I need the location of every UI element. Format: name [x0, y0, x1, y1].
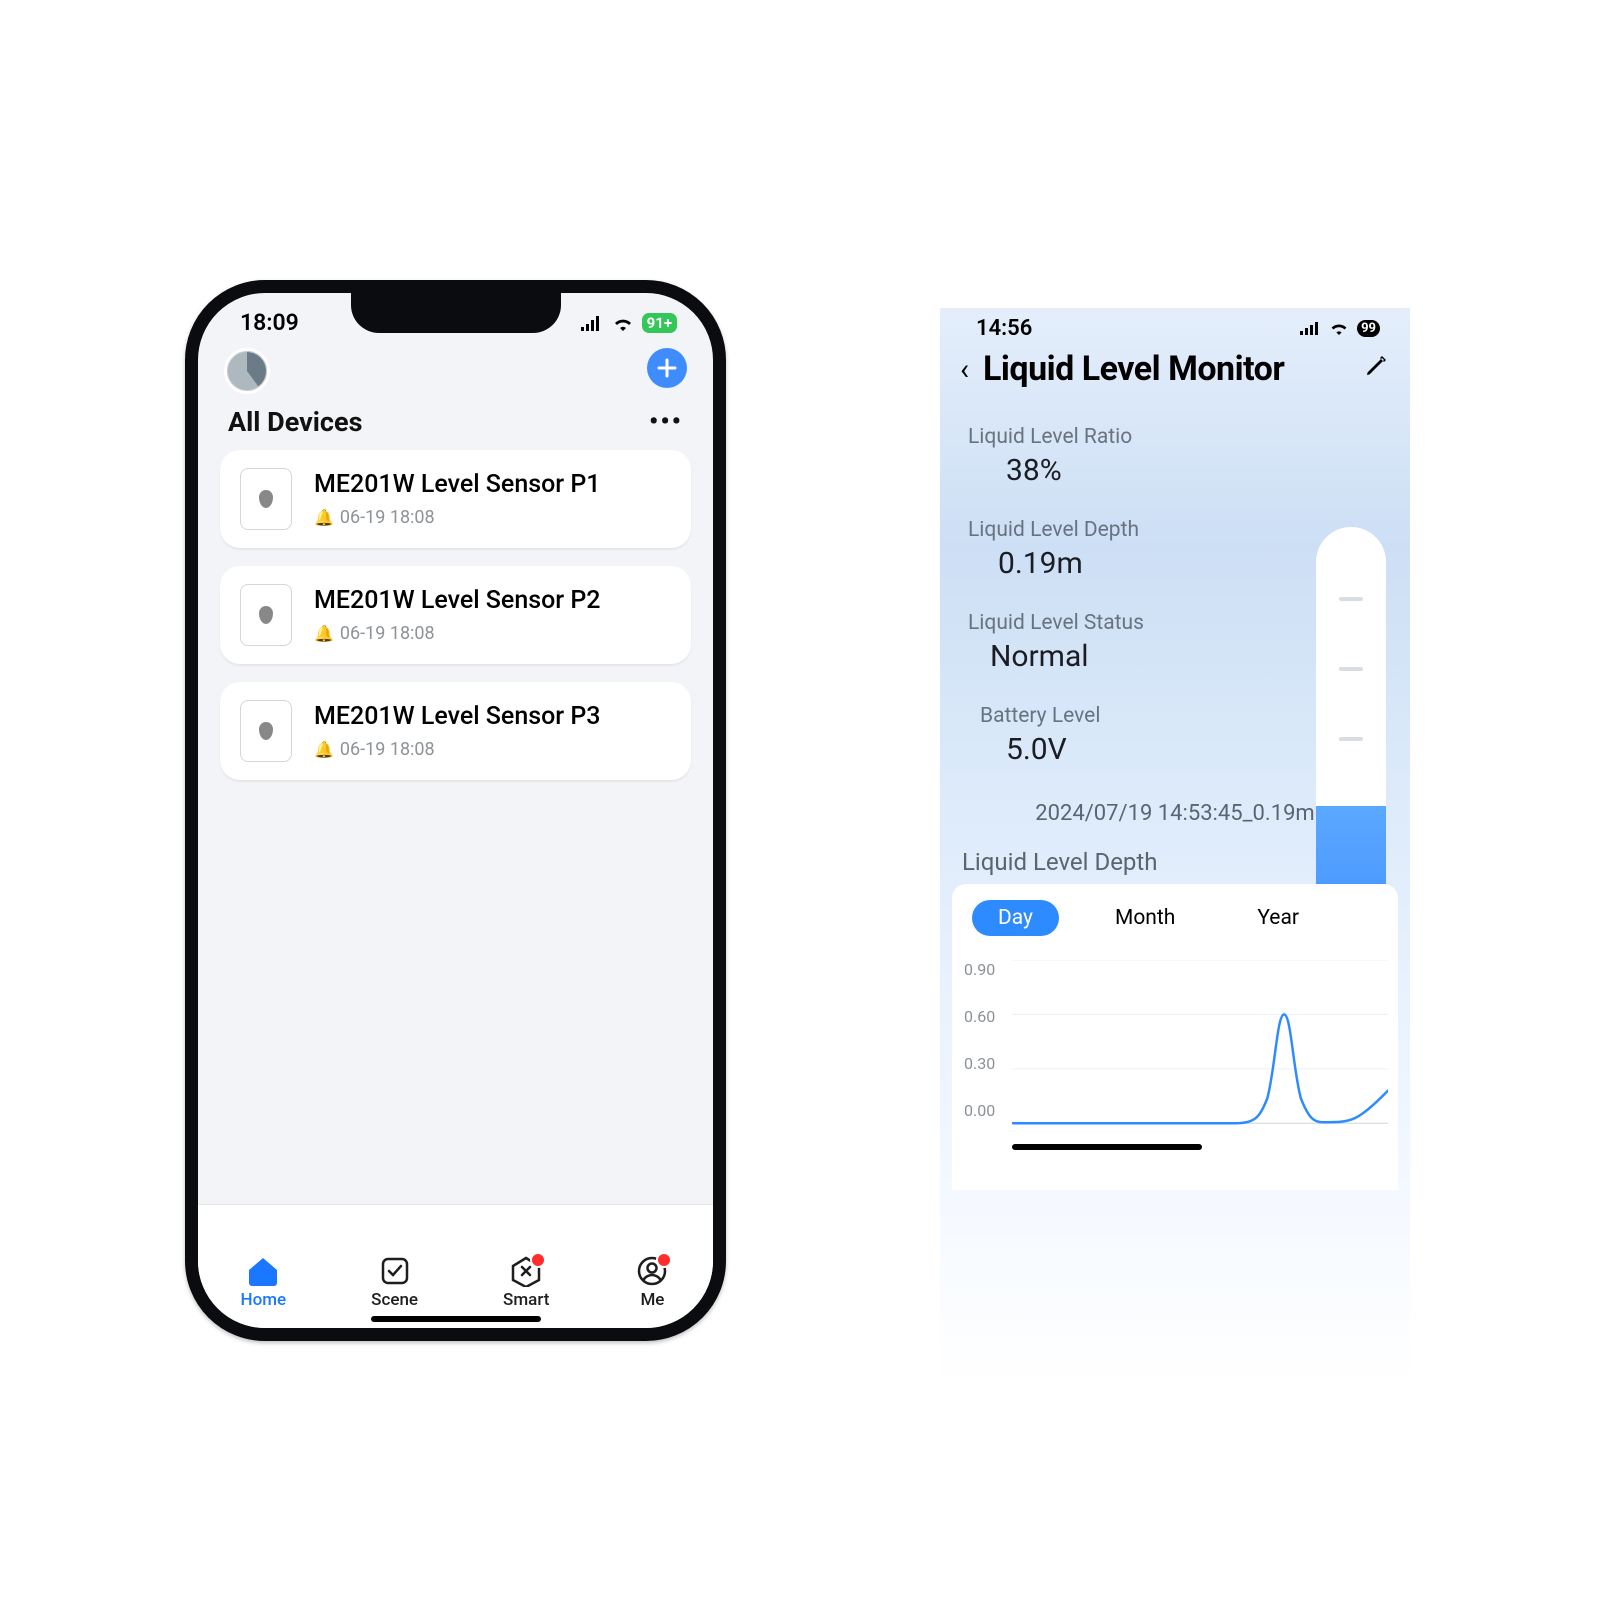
device-detail-screen: 14:56 99 ‹ Liquid Level Monitor Liquid L…	[940, 308, 1410, 1388]
device-title: ME201W Level Sensor P2	[314, 586, 671, 615]
nav-label: Home	[241, 1290, 287, 1310]
depth-line-chart	[1012, 960, 1388, 1128]
device-title: ME201W Level Sensor P1	[314, 470, 671, 499]
y-tick: 0.00	[964, 1101, 995, 1120]
status-bar: 14:56 99	[940, 308, 1410, 345]
device-card[interactable]: ME201W Level Sensor P3 🔔 06-19 18:08	[220, 682, 691, 780]
metric-label: Liquid Level Ratio	[968, 425, 1410, 449]
device-list: ME201W Level Sensor P1 🔔 06-19 18:08 ME20…	[198, 450, 713, 780]
device-timestamp: 06-19 18:08	[340, 623, 435, 644]
y-axis: 0.90 0.60 0.30 0.00	[964, 960, 995, 1120]
phone-mock-home: 18:09 91+ All Devices ••• ME201W Level S…	[185, 280, 726, 1341]
more-icon[interactable]: •••	[649, 407, 683, 437]
y-tick: 0.60	[964, 1007, 995, 1026]
nav-smart[interactable]: Smart	[503, 1254, 549, 1310]
nav-label: Scene	[371, 1290, 418, 1310]
device-card[interactable]: ME201W Level Sensor P2 🔔 06-19 18:08	[220, 566, 691, 664]
nav-home[interactable]: Home	[241, 1254, 287, 1310]
back-button[interactable]: ‹	[960, 352, 969, 387]
status-time: 14:56	[976, 316, 1032, 341]
phone-notch	[351, 293, 561, 333]
nav-label: Me	[640, 1290, 664, 1310]
nav-label: Smart	[503, 1290, 549, 1310]
cellular-icon	[580, 315, 604, 331]
bell-icon: 🔔	[314, 624, 334, 643]
notification-dot-icon	[656, 1252, 672, 1268]
device-card[interactable]: ME201W Level Sensor P1 🔔 06-19 18:08	[220, 450, 691, 548]
notification-dot-icon	[530, 1252, 546, 1268]
home-icon	[245, 1254, 281, 1288]
chart-card: Day Month Year 0.90 0.60 0.30 0.00	[952, 884, 1398, 1190]
device-title: ME201W Level Sensor P3	[314, 702, 671, 731]
range-tab-year[interactable]: Year	[1231, 900, 1325, 936]
range-tab-month[interactable]: Month	[1089, 900, 1201, 936]
bell-icon: 🔔	[314, 508, 334, 527]
device-icon	[240, 468, 292, 530]
device-icon	[240, 700, 292, 762]
wifi-icon	[612, 315, 634, 331]
status-time: 18:09	[240, 309, 299, 336]
device-timestamp: 06-19 18:08	[340, 507, 435, 528]
home-indicator	[1012, 1144, 1202, 1150]
devices-heading: All Devices	[228, 406, 362, 438]
add-button[interactable]	[647, 348, 687, 388]
avatar[interactable]	[224, 348, 270, 394]
smart-icon	[508, 1254, 544, 1288]
nav-me[interactable]: Me	[634, 1254, 670, 1310]
device-icon	[240, 584, 292, 646]
battery-badge: 91+	[642, 313, 677, 333]
nav-scene[interactable]: Scene	[371, 1254, 418, 1310]
bell-icon: 🔔	[314, 740, 334, 759]
range-tab-day[interactable]: Day	[972, 900, 1059, 936]
bottom-nav: Home Scene Smart Me	[198, 1204, 713, 1328]
metric-ratio: Liquid Level Ratio 38%	[968, 425, 1410, 488]
device-timestamp: 06-19 18:08	[340, 739, 435, 760]
page-title: Liquid Level Monitor	[983, 349, 1350, 389]
home-indicator	[371, 1316, 541, 1322]
metric-value: 38%	[968, 453, 1410, 488]
wifi-icon	[1329, 316, 1349, 341]
scene-icon	[377, 1254, 413, 1288]
battery-badge: 99	[1357, 320, 1380, 337]
edit-icon[interactable]	[1364, 354, 1388, 384]
me-icon	[634, 1254, 670, 1288]
y-tick: 0.90	[964, 960, 995, 979]
cellular-icon	[1299, 316, 1321, 341]
y-tick: 0.30	[964, 1054, 995, 1073]
